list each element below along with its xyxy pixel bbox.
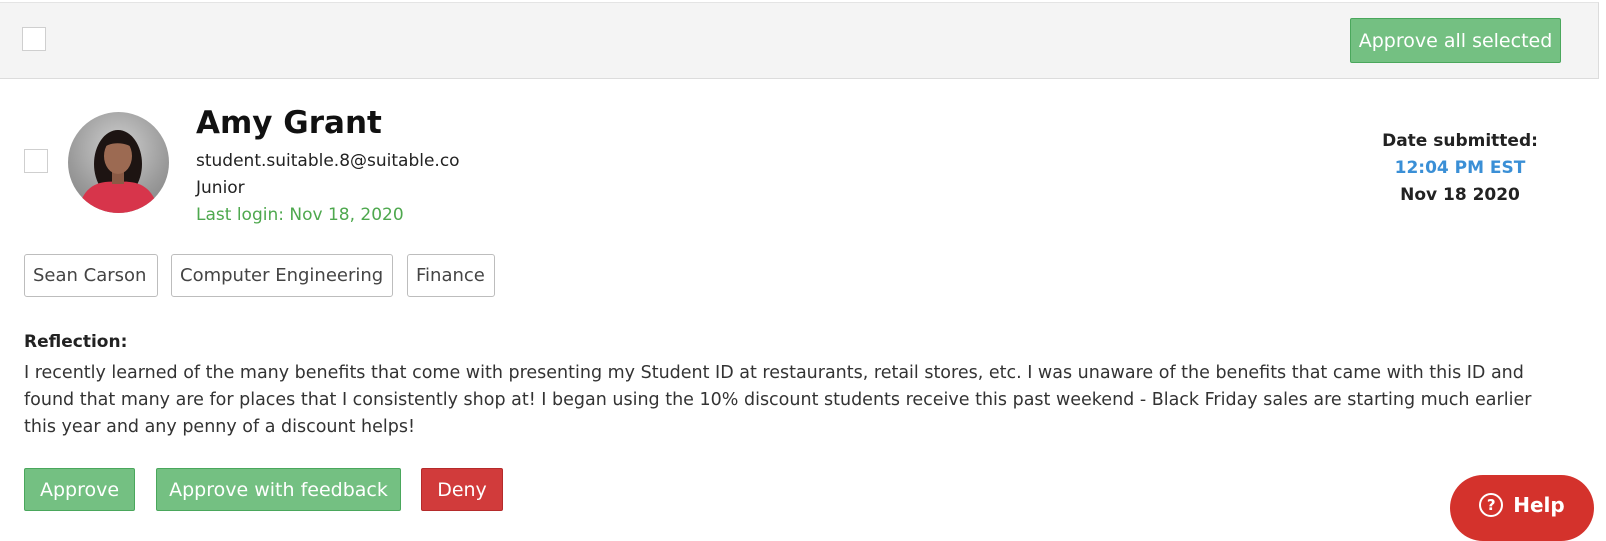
student-year: Junior: [196, 178, 245, 198]
select-all-checkbox[interactable]: [22, 27, 46, 51]
avatar: [68, 112, 169, 213]
reflection-label: Reflection:: [24, 332, 128, 352]
question-circle-icon: ?: [1479, 493, 1504, 517]
approve-all-selected-button[interactable]: Approve all selected: [1350, 18, 1561, 63]
student-email: student.suitable.8@suitable.co: [196, 151, 460, 171]
tag-interest: Finance: [407, 254, 495, 297]
date-submitted: Date submitted: 12:04 PM EST Nov 18 2020: [1360, 128, 1560, 209]
submission-checkbox[interactable]: [24, 149, 48, 173]
approve-button[interactable]: Approve: [24, 468, 135, 511]
deny-button[interactable]: Deny: [421, 468, 503, 511]
date-submitted-label: Date submitted:: [1382, 131, 1538, 151]
submitted-time: 12:04 PM EST: [1394, 158, 1526, 178]
tag-major: Computer Engineering: [171, 254, 393, 297]
avatar-portrait-icon: [78, 130, 159, 213]
student-name: Amy Grant: [196, 105, 382, 141]
reflection-text: I recently learned of the many benefits …: [24, 363, 1532, 437]
help-label: Help: [1513, 493, 1565, 517]
help-button[interactable]: ? Help: [1450, 475, 1594, 541]
approve-with-feedback-button[interactable]: Approve with feedback: [156, 468, 401, 511]
last-login: Last login: Nov 18, 2020: [196, 205, 404, 225]
bulk-actions-bar: Approve all selected: [0, 2, 1599, 79]
submitted-date: Nov 18 2020: [1400, 185, 1520, 205]
tag-mentor: Sean Carson: [24, 254, 158, 297]
